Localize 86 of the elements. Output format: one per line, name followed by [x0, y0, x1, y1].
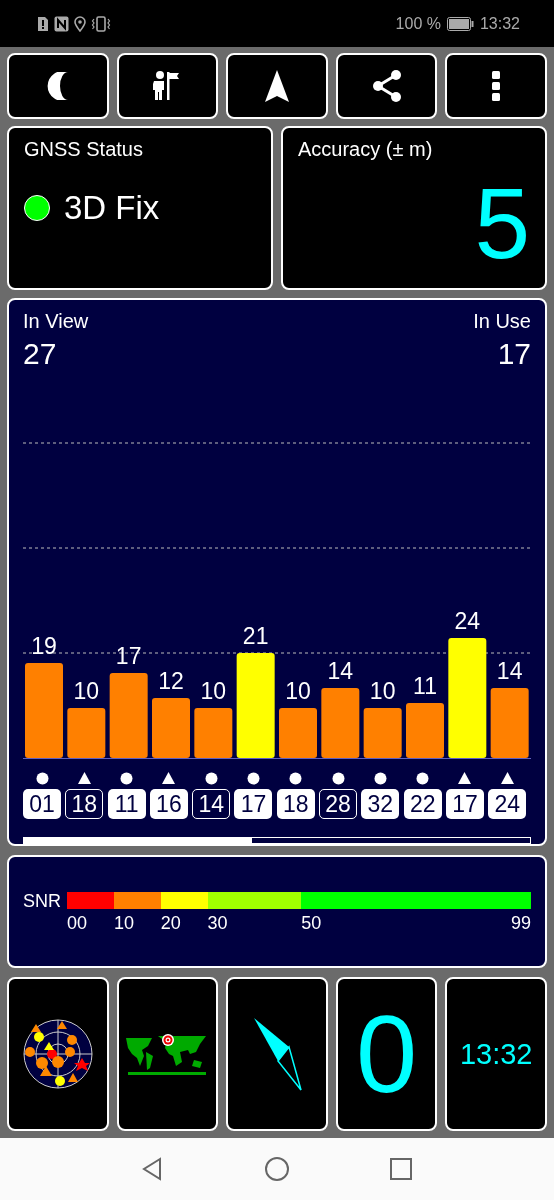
bar-value: 14	[496, 658, 523, 684]
accuracy-value: 5	[474, 173, 530, 273]
menu-button[interactable]	[445, 53, 547, 119]
scale-tick: 20	[160, 913, 181, 934]
circle-marker-icon	[247, 771, 260, 785]
satellite-id: 11	[107, 789, 146, 819]
bar-value: 10	[369, 678, 396, 704]
satellite-id: 17	[445, 789, 484, 819]
card-title: Accuracy (± m)	[298, 138, 434, 161]
speed-tile[interactable]: 0	[335, 977, 438, 1131]
circle-marker-icon	[120, 771, 134, 785]
fix-status: 3D Fix	[64, 189, 160, 227]
compass-needle-icon	[252, 1016, 302, 1092]
signal-bar	[67, 708, 106, 758]
in-use-count: 17	[497, 337, 531, 371]
share-button[interactable]	[335, 53, 438, 119]
signal-bar	[194, 708, 233, 758]
signal-bar	[406, 703, 444, 758]
bar-value: 11	[413, 673, 437, 699]
in-view-label: In View	[23, 310, 89, 333]
clock-time: 13:32	[479, 14, 520, 33]
bar-value: 24	[454, 608, 481, 634]
bar-value: 10	[200, 678, 227, 704]
snr-label: SNR	[23, 891, 61, 913]
in-use-label: In Use	[473, 310, 531, 333]
triangle-marker-icon	[77, 772, 91, 784]
scale-tick: 00	[67, 913, 88, 934]
circle-marker-icon	[331, 771, 345, 785]
satellite-id: 24	[488, 789, 527, 819]
signal-bar	[490, 688, 529, 758]
scale-tick: 30	[207, 913, 228, 934]
battery-icon	[446, 16, 474, 31]
compass-tile[interactable]	[226, 977, 328, 1131]
circle-marker-icon	[204, 771, 218, 785]
satellite-id: 14	[192, 789, 231, 819]
nfc-icon	[54, 15, 69, 32]
circle-marker-icon	[289, 771, 303, 785]
circle-marker-icon	[416, 771, 430, 785]
satellite-id: 16	[149, 789, 188, 819]
sim-alert-icon	[37, 15, 49, 32]
bar-value: 14	[327, 658, 354, 684]
vibrate-icon	[91, 15, 111, 32]
world-map-tile[interactable]	[116, 977, 219, 1131]
home-button[interactable]	[265, 1157, 289, 1181]
signal-bar	[279, 708, 317, 758]
satellite-id: 22	[403, 789, 442, 819]
satellite-id: 17	[234, 789, 273, 819]
waypoint-button[interactable]	[116, 53, 219, 119]
recent-apps-button[interactable]	[389, 1157, 413, 1181]
signal-bar	[363, 708, 402, 758]
battery-percent: 100 %	[395, 14, 441, 33]
location-icon	[74, 15, 86, 32]
signal-bar	[152, 698, 190, 758]
bar-value: 21	[242, 623, 269, 649]
bar-value: 12	[158, 668, 184, 694]
satellite-id: 32	[361, 789, 400, 819]
bar-value: 10	[73, 678, 100, 704]
clock-value: 13:32	[459, 1037, 533, 1071]
night-mode-icon	[47, 72, 69, 100]
more-options-icon	[492, 71, 501, 101]
speed-value: 0	[356, 999, 418, 1109]
bar-value: 17	[115, 643, 142, 669]
fix-status-dot	[24, 195, 50, 221]
circle-marker-icon	[35, 771, 49, 785]
card-title: GNSS Status	[24, 138, 144, 161]
in-view-count: 27	[23, 337, 58, 371]
signal-bar	[321, 688, 360, 758]
scale-tick: 99	[510, 913, 531, 934]
satellite-id: 18	[65, 789, 104, 819]
sky-plot-tile[interactable]	[7, 977, 109, 1131]
scale-tick: 50	[301, 913, 322, 934]
navigate-button[interactable]	[226, 53, 328, 119]
night-mode-button[interactable]	[7, 53, 109, 119]
home-icon	[265, 1157, 289, 1181]
circle-marker-icon	[373, 771, 387, 785]
triangle-marker-icon	[500, 772, 514, 784]
bar-value: 10	[285, 678, 311, 704]
triangle-marker-icon	[162, 772, 176, 784]
scale-tick: 10	[113, 913, 134, 934]
clock-tile[interactable]: 13:32	[445, 977, 547, 1131]
bar-value: 19	[31, 633, 57, 659]
triangle-marker-icon	[458, 772, 472, 784]
satellite-id: 28	[319, 789, 358, 819]
satellite-id: 01	[23, 789, 61, 819]
satellite-id: 18	[276, 789, 315, 819]
recent-apps-icon	[389, 1157, 413, 1181]
